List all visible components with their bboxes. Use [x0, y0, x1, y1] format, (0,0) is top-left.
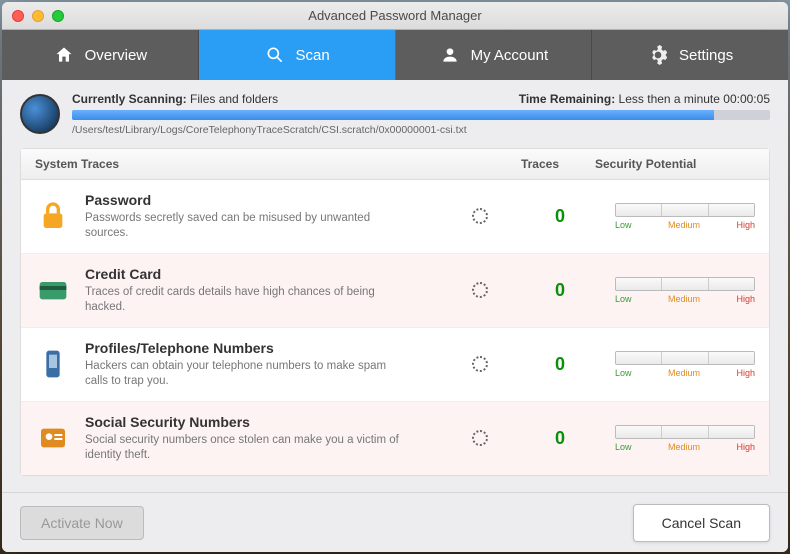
tab-label: Overview	[85, 47, 148, 64]
spinner-icon	[472, 356, 488, 372]
row-title: Social Security Numbers	[85, 414, 455, 430]
row-title: Profiles/Telephone Numbers	[85, 340, 455, 356]
table-row: Credit Card Traces of credit cards detai…	[21, 254, 769, 328]
spinner-icon	[472, 430, 488, 446]
home-icon	[53, 44, 75, 66]
security-meter: LowMediumHigh	[615, 203, 755, 230]
row-desc: Hackers can obtain your telephone number…	[85, 359, 405, 389]
tab-label: Settings	[679, 47, 733, 64]
spinner-icon	[472, 282, 488, 298]
minimize-icon[interactable]	[32, 10, 44, 22]
table-row: Social Security Numbers Social security …	[21, 402, 769, 475]
tab-overview[interactable]: Overview	[2, 30, 199, 80]
security-meter: LowMediumHigh	[615, 351, 755, 378]
progress-bar	[72, 110, 770, 120]
col-traces: Traces	[485, 157, 595, 171]
cancel-scan-button[interactable]: Cancel Scan	[633, 504, 770, 542]
row-desc: Passwords secretly saved can be misused …	[85, 211, 405, 241]
tab-label: My Account	[471, 47, 549, 64]
activate-button[interactable]: Activate Now	[20, 506, 144, 540]
traces-table: System Traces Traces Security Potential …	[20, 148, 770, 476]
trace-count: 0	[505, 280, 615, 301]
scan-path: /Users/test/Library/Logs/CoreTelephonyTr…	[72, 124, 770, 136]
close-icon[interactable]	[12, 10, 24, 22]
window-title: Advanced Password Manager	[2, 8, 788, 23]
scan-status-panel: Currently Scanning: Files and folders Ti…	[20, 92, 770, 136]
row-desc: Traces of credit cards details have high…	[85, 285, 405, 315]
gear-icon	[647, 44, 669, 66]
time-remaining: Time Remaining: Less then a minute 00:00…	[519, 92, 770, 106]
window-controls	[12, 10, 64, 22]
search-icon	[264, 44, 286, 66]
zoom-icon[interactable]	[52, 10, 64, 22]
scanning-label: Currently Scanning: Files and folders	[72, 92, 278, 106]
tab-label: Scan	[296, 47, 330, 64]
row-title: Credit Card	[85, 266, 455, 282]
tab-account[interactable]: My Account	[396, 30, 593, 80]
security-meter: LowMediumHigh	[615, 277, 755, 304]
user-icon	[439, 44, 461, 66]
id-icon	[35, 420, 71, 456]
row-title: Password	[85, 192, 455, 208]
lock-icon	[35, 198, 71, 234]
table-row: Profiles/Telephone Numbers Hackers can o…	[21, 328, 769, 402]
table-header: System Traces Traces Security Potential	[21, 149, 769, 180]
content-area: Currently Scanning: Files and folders Ti…	[2, 80, 788, 492]
tab-scan[interactable]: Scan	[199, 30, 396, 80]
row-desc: Social security numbers once stolen can …	[85, 433, 405, 463]
card-icon	[35, 272, 71, 308]
trace-count: 0	[505, 206, 615, 227]
titlebar: Advanced Password Manager	[2, 2, 788, 30]
col-system-traces: System Traces	[35, 157, 435, 171]
col-security: Security Potential	[595, 157, 755, 171]
table-row: Password Passwords secretly saved can be…	[21, 180, 769, 254]
trace-count: 0	[505, 428, 615, 449]
tab-settings[interactable]: Settings	[592, 30, 788, 80]
spinner-icon	[472, 208, 488, 224]
lens-icon	[20, 94, 60, 134]
tab-bar: Overview Scan My Account Settings	[2, 30, 788, 80]
app-window: Advanced Password Manager Overview Scan …	[2, 2, 788, 552]
phone-icon	[35, 346, 71, 382]
footer: Activate Now Cancel Scan	[2, 492, 788, 552]
security-meter: LowMediumHigh	[615, 425, 755, 452]
trace-count: 0	[505, 354, 615, 375]
